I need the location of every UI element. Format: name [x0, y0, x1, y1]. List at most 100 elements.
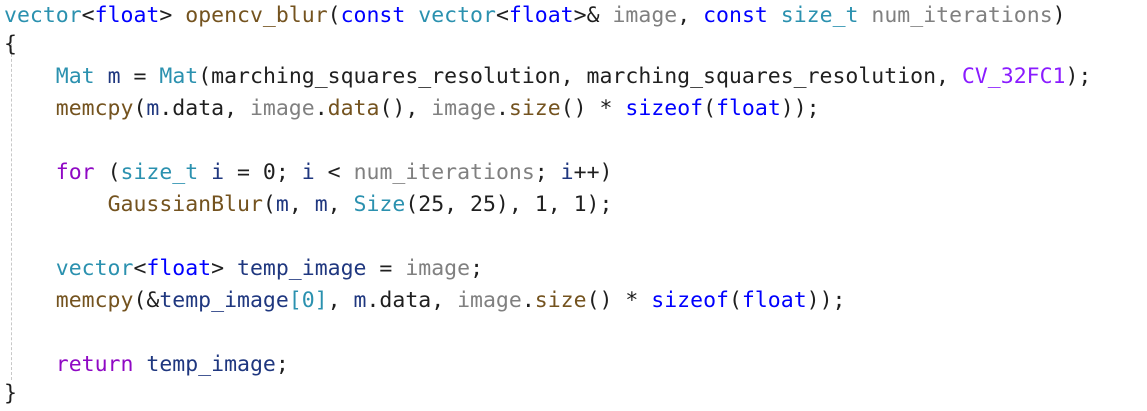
code-token: >	[211, 256, 238, 281]
code-token: memcpy	[55, 96, 134, 121]
code-token: temp_image	[237, 256, 367, 281]
code-token: vector	[418, 3, 496, 28]
code-editor[interactable]: vector<float> opencv_blur(const vector<f…	[0, 0, 1147, 411]
code-token: m	[314, 192, 328, 217]
code-token: (	[262, 192, 276, 217]
code-token: <	[495, 3, 509, 28]
code-token: );	[1065, 64, 1092, 89]
code-token: =	[366, 256, 406, 281]
code-token: (	[94, 160, 121, 185]
code-token: float	[146, 256, 212, 281]
code-token: Mat	[159, 64, 199, 89]
code-token: () *	[586, 288, 652, 313]
code-token: (	[728, 288, 742, 313]
code-token: )	[1052, 3, 1066, 28]
code-line[interactable]: vector<float> temp_image = image;	[4, 253, 483, 285]
code-token: opencv_blur	[185, 3, 328, 28]
code-token: ;	[534, 160, 561, 185]
code-token: (25, 25), 1, 1);	[405, 192, 613, 217]
code-token: const	[340, 3, 406, 28]
code-line[interactable]: return temp_image;	[4, 349, 289, 381]
code-token: .data,	[159, 96, 250, 121]
code-token: }	[4, 381, 17, 406]
code-line[interactable]: memcpy(&temp_image[0], m.data, image.siz…	[4, 285, 846, 317]
code-token: <	[314, 160, 354, 185]
code-token: size_t	[780, 3, 859, 28]
code-token: ,	[327, 192, 354, 217]
code-token: (	[133, 96, 147, 121]
code-token: (	[703, 96, 717, 121]
code-token: ,	[327, 288, 354, 313]
code-token: ,	[288, 192, 315, 217]
code-token: temp_image	[159, 288, 289, 313]
code-token: (),	[379, 96, 432, 121]
code-token: .data,	[366, 288, 458, 313]
code-token: data	[327, 96, 380, 121]
code-token: m	[107, 64, 121, 89]
code-token: vector	[55, 256, 134, 281]
code-token: ;	[275, 352, 289, 377]
code-token: sizeof	[651, 288, 729, 313]
code-line[interactable]: memcpy(m.data, image.data(), image.size(…	[4, 93, 820, 125]
code-token: i	[301, 160, 315, 185]
code-line[interactable]: GaussianBlur(m, m, Size(25, 25), 1, 1);	[4, 189, 613, 221]
code-token: size	[508, 96, 561, 121]
code-token: (marching_squares_resolution, marching_s…	[198, 64, 962, 89]
code-token: float	[94, 3, 160, 28]
code-token: return	[55, 352, 134, 377]
code-token: .	[521, 288, 535, 313]
code-token: i	[211, 160, 225, 185]
code-line[interactable]: {	[4, 29, 17, 61]
code-token: {	[4, 32, 17, 57]
code-token: sizeof	[625, 96, 704, 121]
code-token: [0]	[288, 288, 328, 313]
code-line[interactable]: vector<float> opencv_blur(const vector<f…	[4, 0, 1066, 32]
code-token: GaussianBlur	[107, 192, 263, 217]
code-token: ++)	[573, 160, 613, 185]
code-token: float	[508, 3, 574, 28]
code-token: ;	[470, 256, 484, 281]
code-token: .	[314, 96, 328, 121]
code-line[interactable]: }	[4, 378, 17, 410]
code-token: image	[431, 96, 496, 121]
code-token: (	[327, 3, 341, 28]
code-token: m	[353, 288, 367, 313]
code-token: = 0;	[224, 160, 302, 185]
code-token: image	[405, 256, 471, 281]
code-token: .	[495, 96, 509, 121]
code-token: m	[146, 96, 160, 121]
code-token: ));	[780, 96, 820, 121]
code-token: >	[159, 3, 186, 28]
code-token: float	[716, 96, 781, 121]
code-line[interactable]: for (size_t i = 0; i < num_iterations; i…	[4, 157, 613, 189]
code-token: temp_image	[146, 352, 276, 377]
code-token: () *	[560, 96, 626, 121]
code-token: size	[534, 288, 587, 313]
code-token: ));	[806, 288, 846, 313]
code-token: ,	[677, 3, 704, 28]
code-token: const	[703, 3, 768, 28]
code-token: (&	[133, 288, 160, 313]
code-token: num_iterations	[871, 3, 1053, 28]
code-token: image	[457, 288, 522, 313]
code-token: size_t	[120, 160, 199, 185]
code-token: for	[55, 160, 95, 185]
code-token: memcpy	[55, 288, 134, 313]
code-token: <	[133, 256, 147, 281]
code-token: image	[612, 3, 678, 28]
code-token: >&	[573, 3, 613, 28]
code-line[interactable]: Mat m = Mat(marching_squares_resolution,…	[4, 61, 1092, 93]
code-token: =	[120, 64, 160, 89]
